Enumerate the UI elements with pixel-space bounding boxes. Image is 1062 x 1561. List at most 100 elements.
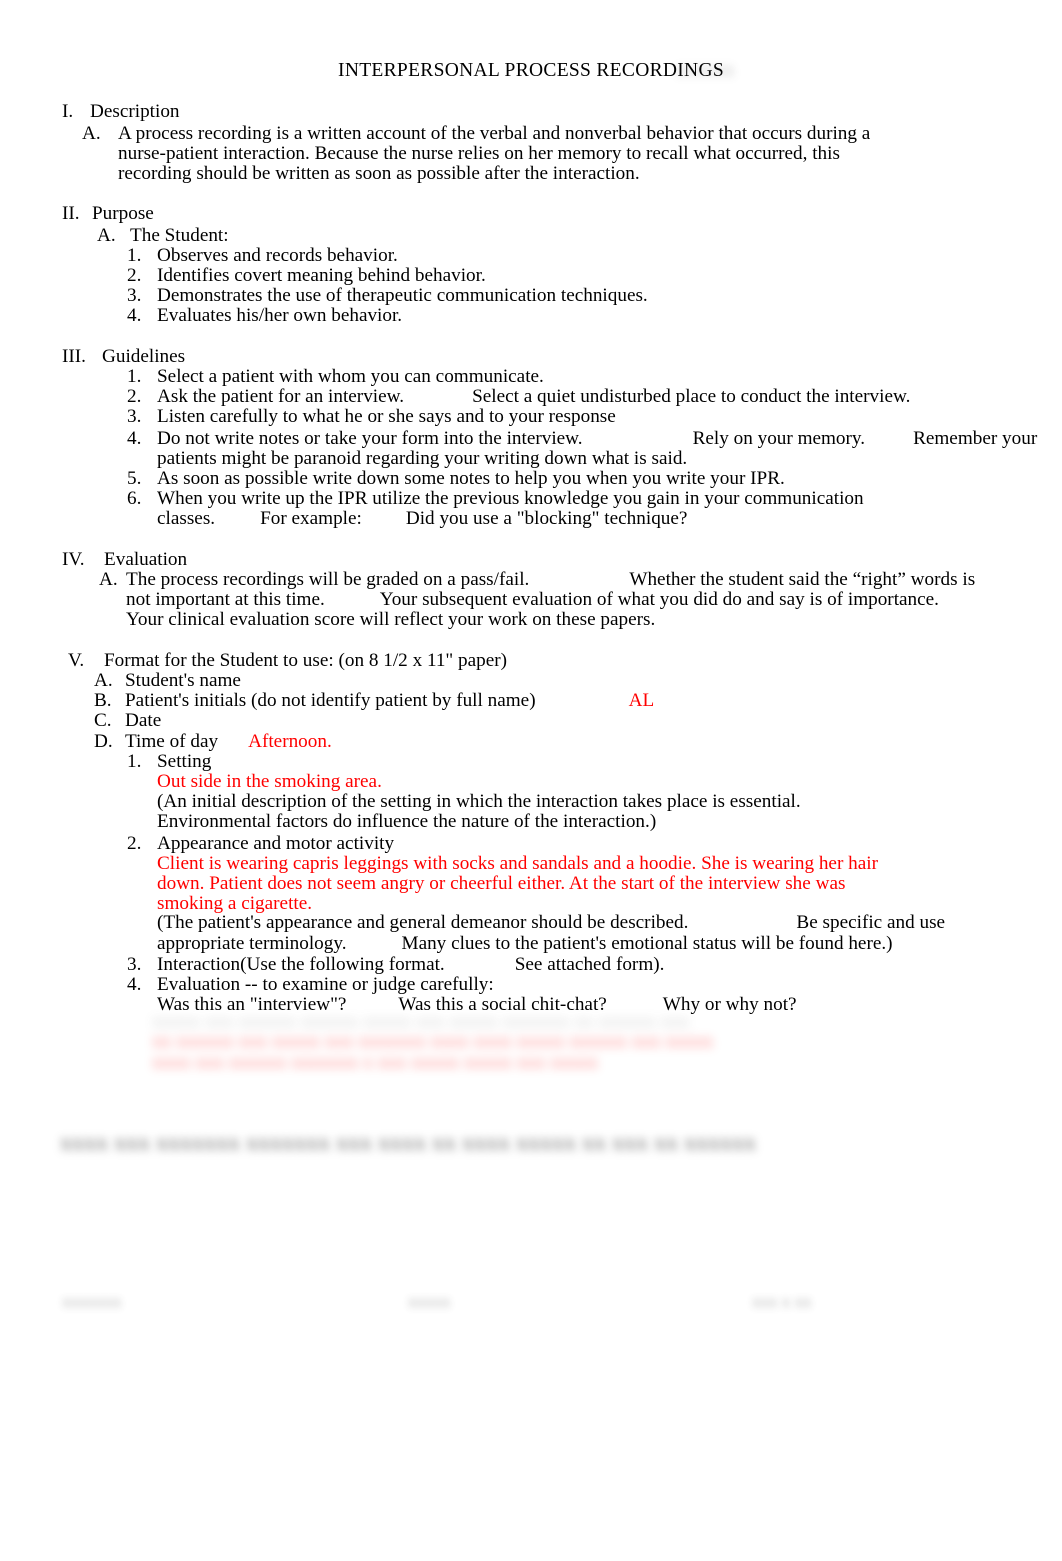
section-v-a-text: Student's name: [125, 670, 241, 691]
section-i-heading: I. Description: [62, 102, 180, 122]
section-ii-item-2-text: Identifies covert meaning behind behavio…: [157, 265, 486, 286]
title-redacted-text: xxxxxx: [676, 60, 734, 81]
section-v-a: A. Student's name: [94, 671, 241, 691]
section-v-b-marker: B.: [94, 690, 112, 711]
footer-center-text: xxxxx: [408, 1292, 451, 1311]
section-iv-a-text-2a: not important at this time.: [126, 589, 325, 610]
page-footer: xxxxxxx xxxxx xxx x xx: [0, 1292, 1062, 1322]
section-iv-heading: IV. Evaluation: [62, 550, 187, 570]
section-iii-item-6-cont3: Did you use a "blocking" technique?: [405, 508, 688, 529]
footer-left-text: xxxxxxx: [62, 1292, 122, 1311]
section-v-item-1-text: Setting: [157, 751, 212, 772]
section-iii-heading: III. Guidelines: [62, 347, 185, 367]
document-title: INTERPERSONAL PROCESS RECORDINGS: [0, 60, 1062, 88]
section-v-item-1-note-line-2: Environmental factors do influence the n…: [157, 811, 657, 833]
section-v-a-marker: A.: [94, 670, 113, 691]
section-iii-heading-text: Guidelines: [102, 346, 186, 367]
section-iii-item-1-marker: 1.: [127, 366, 142, 387]
section-iv-marker: IV.: [62, 549, 85, 570]
section-v-b: B. Patient's initials (do not identify pa…: [94, 691, 654, 711]
section-v-item-2-note-line-2: appropriate terminology. Many clues to th…: [157, 934, 893, 954]
section-i-marker: I.: [62, 101, 74, 122]
section-v-item-2-answer-line-2: down. Patient does not seem angry or che…: [157, 873, 846, 895]
section-v-d: D. Time of day Afternoon.: [94, 732, 332, 752]
section-v-d-text: Time of day: [125, 731, 219, 752]
section-iii-item-3-marker: 3.: [127, 406, 142, 427]
section-v-item-1-marker: 1.: [127, 751, 142, 772]
section-v-item-4: 4. Evaluation -- to examine or judge care…: [127, 975, 494, 995]
section-ii-item-4-text: Evaluates his/her own behavior.: [157, 305, 403, 326]
section-v-c-marker: C.: [94, 710, 112, 731]
section-ii-item-2-marker: 2.: [127, 265, 142, 286]
section-ii-a: A. The Student:: [97, 226, 229, 246]
section-iii-item-6-continuation: classes. For example: Did you use a "block…: [157, 509, 687, 529]
section-iv-a-line-2: not important at this time. Your subseque…: [126, 590, 939, 610]
section-v-marker: V.: [68, 650, 85, 671]
list-item: 6. When you write up the IPR utilize the …: [127, 489, 864, 509]
list-item: 3. Demonstrates the use of therapeutic co…: [127, 286, 648, 306]
section-ii-heading-text: Purpose: [92, 203, 154, 224]
section-v-b-text: Patient's initials (do not identify pati…: [125, 690, 536, 711]
section-ii-marker: II.: [62, 203, 80, 224]
section-v-item-2: 2. Appearance and motor activity: [127, 834, 394, 854]
list-item: 3. Listen carefully to what he or she say…: [127, 407, 616, 427]
section-v-item-2-answer-line-1: Client is wearing capris leggings with s…: [157, 853, 878, 874]
section-iv-a-marker: A.: [99, 569, 118, 590]
section-iv-heading-text: Evaluation: [104, 549, 188, 570]
section-v-item-2-marker: 2.: [127, 833, 142, 854]
section-iii-item-6-cont2: For example:: [260, 508, 362, 529]
section-ii-a-text: The Student:: [130, 225, 229, 246]
section-v-heading: V. Format for the Student to use: (on 8 1…: [68, 651, 507, 671]
section-v-item-4-marker: 4.: [127, 974, 142, 995]
section-i-a-marker: A.: [82, 123, 101, 144]
section-iii-item-4-text3: Remember your: [913, 428, 1038, 449]
section-v-d-answer: Afternoon.: [248, 731, 332, 752]
section-v-item-3-text: Interaction(Use the following format.: [157, 954, 445, 975]
section-v-item-1: 1. Setting: [127, 752, 211, 772]
section-ii-item-4-marker: 4.: [127, 305, 142, 326]
section-iv-a-text-1b: Whether the student said the “right” wor…: [629, 569, 976, 590]
section-v-item-3-marker: 3.: [127, 954, 142, 975]
section-iii-item-4-text: Do not write notes or take your form int…: [157, 428, 583, 449]
section-ii-item-3-text: Demonstrates the use of therapeutic comm…: [157, 285, 648, 306]
redacted-answer-line-3: xxxx xxx xxxxxx xxxxxxx x xxx xxxxx xxxx…: [152, 1051, 599, 1073]
section-iii-item-6-cont: classes.: [157, 508, 216, 529]
document-page: INTERPERSONAL PROCESS RECORDINGS xxxxxx …: [0, 0, 1062, 1561]
section-iv-a-line-1: A. The process recordings will be graded …: [99, 570, 975, 590]
section-v-item-3-text2: See attached form).: [514, 954, 665, 975]
section-iii-item-4-continuation: patients might be paranoid regarding you…: [157, 448, 688, 469]
section-iv-a-line-3: Your clinical evaluation score will refl…: [126, 609, 656, 630]
section-i-a-paragraph: A process recording is a written account…: [118, 123, 871, 185]
section-v-item-1-note: (An initial description of the setting i…: [157, 791, 801, 833]
section-v-item-2-note-2a: appropriate terminology.: [157, 933, 347, 954]
section-iii-item-3-text: Listen carefully to what he or she says …: [157, 406, 616, 427]
section-v-item-2-note-line-1: (The patient's appearance and general de…: [157, 913, 945, 933]
section-iv-a-text-1a: The process recordings will be graded on…: [126, 569, 530, 590]
section-ii-a-marker: A.: [97, 225, 116, 246]
section-iii-item-6-text: When you write up the IPR utilize the pr…: [157, 488, 864, 509]
list-item: 2. Identifies covert meaning behind behav…: [127, 266, 486, 286]
redacted-answer-line-2: xx xxxxxx xxx xxxxx xxx xxxxxxx xxxx xxx…: [152, 1031, 714, 1053]
section-ii-heading: II. Purpose: [62, 204, 154, 224]
section-iii-item-4-marker: 4.: [127, 428, 142, 449]
section-iii-item-2-text: Ask the patient for an interview.: [157, 386, 405, 407]
section-v-item-2-note-1b: Be specific and use: [796, 912, 946, 933]
section-v-item-2-answer: Client is wearing capris leggings with s…: [157, 853, 878, 915]
list-item: 4. Do not write notes or take your form i…: [127, 429, 1037, 449]
section-i-heading-text: Description: [90, 101, 180, 122]
redacted-bold-line: xxxx xxx xxxxxxx xxxxxxx xxx xxxx xx xxx…: [60, 1130, 756, 1156]
section-i-a-line-1: A process recording is a written account…: [118, 123, 871, 144]
list-item: 4. Evaluates his/her own behavior.: [127, 306, 402, 326]
section-v-item-1-answer: Out side in the smoking area.: [157, 771, 382, 792]
section-iii-item-5-marker: 5.: [127, 468, 142, 489]
section-i-a-marker-row: A.: [82, 124, 101, 144]
section-v-d-marker: D.: [94, 731, 113, 752]
redacted-answer-line-1: xxxxx xxx xxxxxx xxxxxx xxxxx xxx xxxxx …: [152, 1011, 690, 1032]
footer-page-number: xxx x xx: [752, 1292, 812, 1311]
section-iii-item-5-text: As soon as possible write down some note…: [157, 468, 785, 489]
section-v-item-2-text: Appearance and motor activity: [157, 833, 395, 854]
list-item: 2. Ask the patient for an interview. Selec…: [127, 387, 910, 407]
section-v-c-text: Date: [125, 710, 162, 731]
section-i-a-line-3: recording should be written as soon as p…: [118, 163, 640, 185]
section-ii-item-3-marker: 3.: [127, 285, 142, 306]
